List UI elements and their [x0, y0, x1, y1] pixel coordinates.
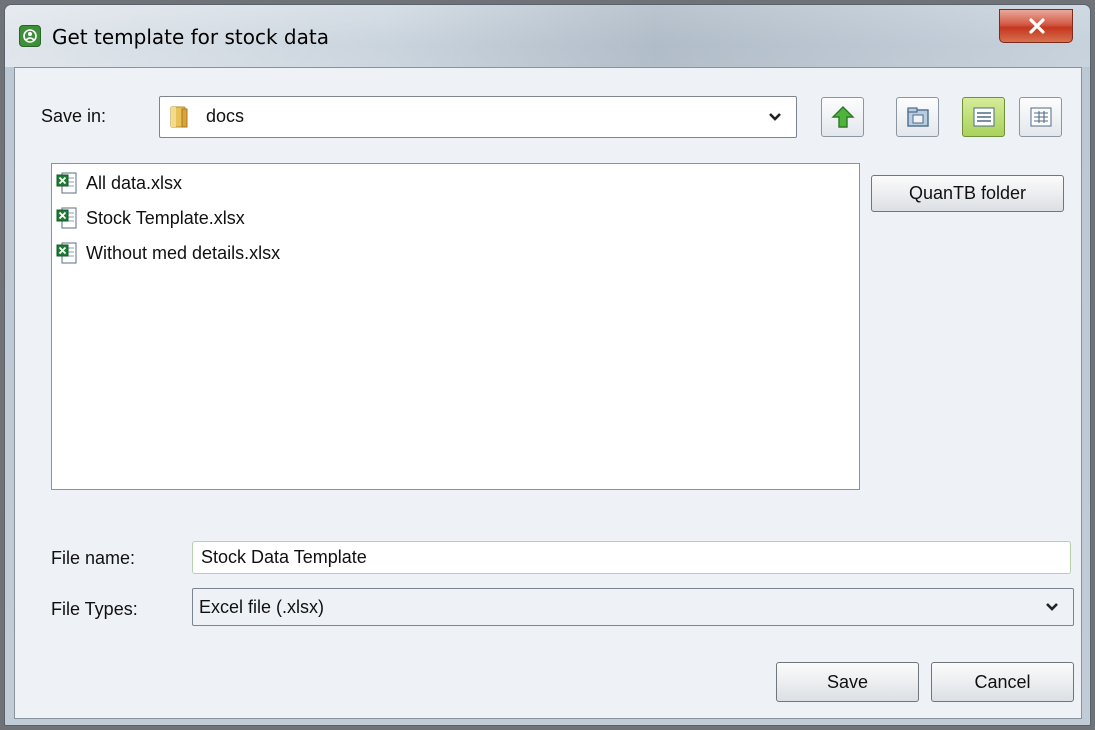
file-name-label: File name:	[51, 548, 136, 568]
file-name: Without med details.xlsx	[86, 242, 281, 263]
details-view-toggle[interactable]	[1019, 97, 1062, 137]
home-folder-icon	[906, 107, 929, 127]
title-bar[interactable]: Get template for stock data	[5, 5, 1090, 67]
file-name: Stock Template.xlsx	[86, 207, 245, 228]
chevron-down-icon	[769, 113, 781, 121]
file-item[interactable]: Stock Template.xlsx	[56, 203, 245, 233]
close-icon	[1029, 18, 1045, 34]
save-button[interactable]: Save	[776, 662, 919, 702]
file-types-value: Excel file (.xlsx)	[199, 597, 325, 617]
excel-file-icon	[56, 206, 78, 230]
details-view-icon	[1030, 107, 1051, 127]
save-in-dropdown-arrow[interactable]	[760, 104, 790, 130]
excel-file-icon	[56, 241, 78, 265]
file-types-combo[interactable]: Excel file (.xlsx)	[192, 588, 1074, 626]
list-view-toggle[interactable]	[962, 97, 1005, 137]
chevron-down-icon	[1046, 603, 1058, 611]
file-types-dropdown-arrow[interactable]	[1037, 594, 1067, 620]
dialog-content: Save in: docs All data.xlsx Stock Templa…	[14, 67, 1082, 719]
save-in-label: Save in:	[41, 106, 107, 126]
file-name: All data.xlsx	[86, 172, 183, 193]
close-button[interactable]	[999, 9, 1073, 43]
file-name-input[interactable]: Stock Data Template	[192, 541, 1071, 574]
excel-file-icon	[56, 171, 78, 195]
file-list[interactable]: All data.xlsx Stock Template.xlsx Withou…	[51, 163, 860, 490]
file-dialog-window: Get template for stock data Save in: doc…	[4, 4, 1091, 726]
file-types-label: File Types:	[51, 599, 138, 619]
app-icon	[19, 25, 41, 47]
save-in-combo[interactable]: docs	[159, 96, 797, 138]
folder-icon	[170, 106, 188, 128]
window-title: Get template for stock data	[52, 25, 329, 49]
file-item[interactable]: Without med details.xlsx	[56, 238, 280, 268]
cancel-button[interactable]: Cancel	[931, 662, 1074, 702]
file-item[interactable]: All data.xlsx	[56, 168, 182, 198]
home-folder-button[interactable]	[896, 97, 939, 137]
up-folder-icon	[830, 106, 855, 128]
quantb-folder-button[interactable]: QuanTB folder	[871, 175, 1064, 212]
list-view-icon	[973, 107, 994, 127]
save-in-value: docs	[206, 106, 245, 126]
up-one-level-button[interactable]	[821, 97, 864, 137]
